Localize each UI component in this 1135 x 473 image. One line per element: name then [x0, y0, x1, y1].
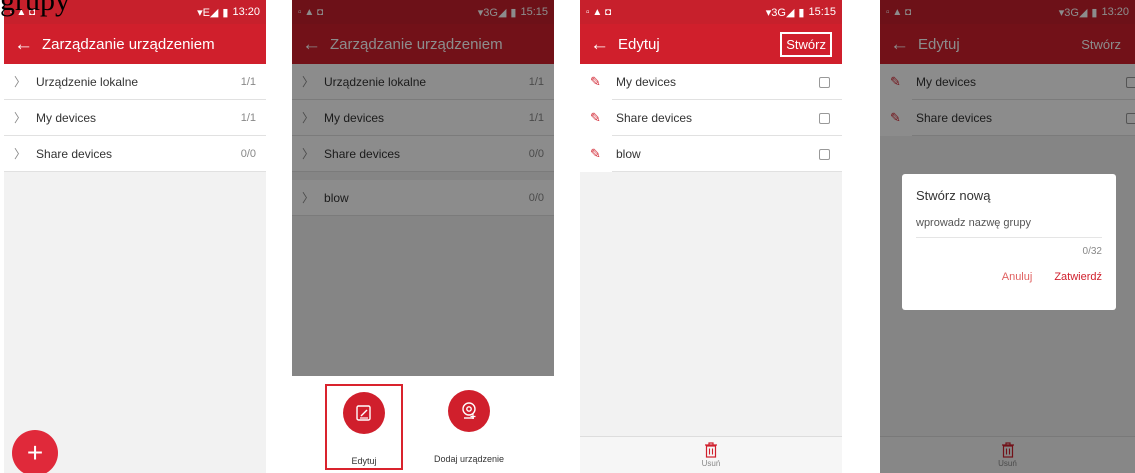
chevron-right-icon: 〉	[14, 147, 27, 161]
select-checkbox[interactable]	[819, 149, 830, 160]
dialog-title: Stwórz nową	[916, 188, 991, 203]
status-bar: ▫ ▲ ◘ ▾3G◢ ▮ 15:15	[580, 0, 842, 24]
page-title: Edytuj	[618, 35, 660, 53]
page-title: Zarządzanie urządzeniem	[42, 35, 215, 53]
group-row-my-devices[interactable]: 〉 My devices 1/1	[4, 100, 266, 136]
edit-action[interactable]: Edytuj	[325, 384, 403, 470]
app-bar: ← Edytuj Stwórz	[580, 24, 842, 64]
group-count: 1/1	[240, 75, 256, 88]
add-group-button[interactable]: +	[12, 430, 58, 473]
trash-icon	[705, 442, 717, 458]
group-label: blow	[612, 136, 842, 172]
screen-create-group-dialog: ▫ ▲ ◘ ▾3G◢ ▮ 13:20 ← Edytuj Stwórz ✎ My …	[880, 0, 1135, 473]
group-row-local[interactable]: 〉 Urządzenie lokalne 1/1	[4, 64, 266, 100]
group-label: Urządzenie lokalne	[36, 74, 139, 89]
edit-label: Edytuj	[351, 456, 377, 466]
edit-row-share-devices[interactable]: ✎ Share devices	[580, 100, 842, 136]
signal-icon: ▾E◢	[197, 6, 219, 19]
group-count: 1/1	[240, 111, 256, 124]
cancel-button[interactable]: Anuluj	[1002, 271, 1033, 283]
battery-icon: ▮	[798, 6, 805, 19]
notification-icons: ▫ ▲ ◘	[586, 6, 612, 18]
clock: 13:20	[232, 6, 260, 18]
group-count: 0/0	[240, 147, 256, 160]
add-device-label: Dodaj urządzenie	[433, 454, 505, 464]
clock: 15:15	[808, 6, 836, 18]
pencil-icon[interactable]: ✎	[590, 146, 612, 162]
edit-icon	[343, 392, 385, 434]
battery-icon: ▮	[222, 6, 229, 19]
add-device-action[interactable]: Dodaj urządzenie	[430, 384, 508, 470]
edit-row-blow[interactable]: ✎ blow	[580, 136, 842, 172]
chevron-right-icon: 〉	[14, 75, 27, 89]
group-label: My devices	[612, 64, 842, 100]
group-list: 〉 Urządzenie lokalne 1/1 〉 My devices 1/…	[4, 64, 266, 172]
create-button[interactable]: Stwórz	[780, 31, 832, 57]
edit-row-my-devices[interactable]: ✎ My devices	[580, 64, 842, 100]
group-label: Share devices	[36, 146, 113, 161]
char-counter: 0/32	[1082, 246, 1102, 257]
group-label: Share devices	[612, 100, 842, 136]
select-checkbox[interactable]	[819, 113, 830, 124]
confirm-button[interactable]: Zatwierdź	[1054, 271, 1102, 283]
delete-bar[interactable]: Usuń	[580, 436, 842, 473]
delete-label: Usuń	[701, 459, 721, 468]
chevron-right-icon: 〉	[14, 111, 27, 125]
back-arrow-icon[interactable]: ←	[590, 35, 609, 54]
add-camera-icon	[448, 390, 490, 432]
page-caption: grupy	[0, 0, 70, 17]
create-group-dialog: Stwórz nową wprowadz nazwę grupy 0/32 An…	[902, 174, 1116, 310]
back-arrow-icon[interactable]: ←	[14, 35, 33, 54]
select-checkbox[interactable]	[819, 77, 830, 88]
screen-device-management-menu: ▫ ▲ ◘ ▾3G◢ ▮ 15:15 ← Zarządzanie urządze…	[292, 0, 554, 473]
screen-edit-groups: ▫ ▲ ◘ ▾3G◢ ▮ 15:15 ← Edytuj Stwórz ✎ My …	[580, 0, 842, 473]
action-sheet: Edytuj Dodaj urządzenie	[292, 376, 554, 473]
group-label: My devices	[36, 110, 97, 125]
pencil-icon[interactable]: ✎	[590, 110, 612, 126]
screen-device-management: ▫ ▲ ◘ ▾E◢ ▮ 13:20 ← Zarządzanie urządzen…	[4, 0, 266, 473]
app-bar: ← Zarządzanie urządzeniem	[4, 24, 266, 64]
editable-group-list: ✎ My devices ✎ Share devices ✎ blow	[580, 64, 842, 172]
group-name-input[interactable]: wprowadz nazwę grupy	[916, 217, 1102, 238]
pencil-icon[interactable]: ✎	[590, 74, 612, 90]
signal-icon: ▾3G◢	[765, 6, 795, 19]
group-row-share-devices[interactable]: 〉 Share devices 0/0	[4, 136, 266, 172]
